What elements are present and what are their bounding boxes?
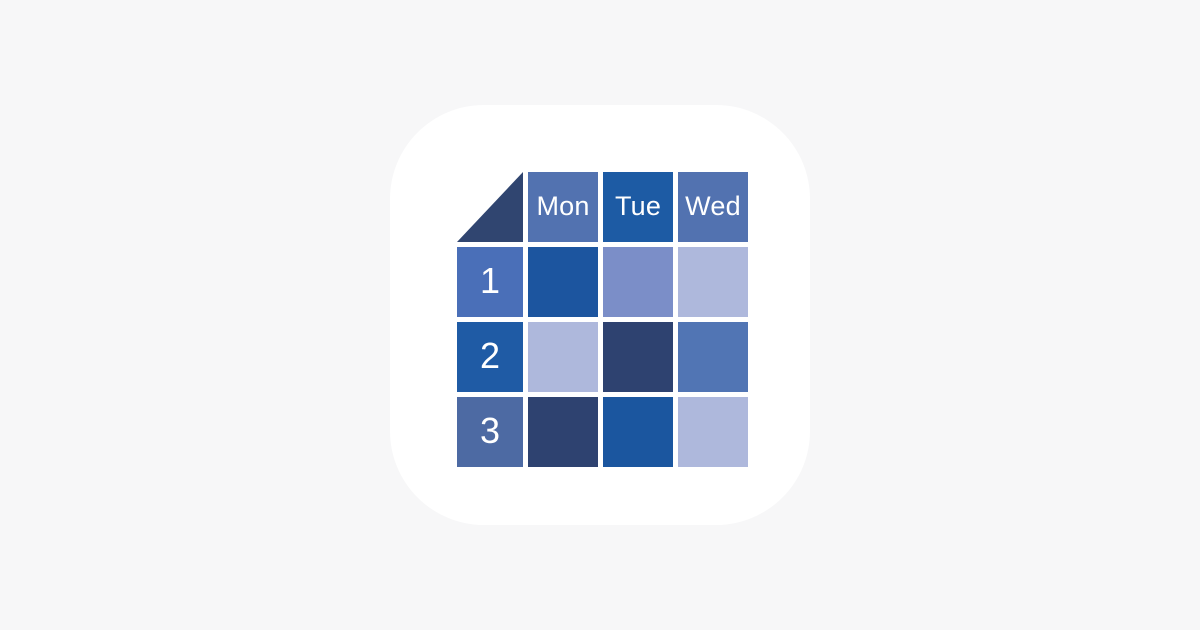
grid-cell-r2c2[interactable] [603, 322, 673, 392]
row-header-3-label: 3 [479, 410, 501, 451]
row-header-3[interactable]: 3 [457, 397, 523, 467]
app-icon-card: Mon Tue Wed 1 2 3 [390, 105, 810, 525]
grid-cell-r1c1[interactable] [528, 247, 598, 317]
grid-cell-r3c3[interactable] [678, 397, 748, 467]
schedule-grid: Mon Tue Wed 1 2 3 [457, 172, 748, 467]
grid-container: Mon Tue Wed 1 2 3 [457, 172, 748, 467]
grid-cell-r2c3[interactable] [678, 322, 748, 392]
column-header-tue[interactable]: Tue [603, 172, 673, 242]
row-header-1[interactable]: 1 [457, 247, 523, 317]
column-header-tue-label: Tue [614, 191, 662, 221]
row-header-2-label: 2 [479, 335, 501, 376]
grid-cell-r2c1[interactable] [528, 322, 598, 392]
column-header-wed[interactable]: Wed [678, 172, 748, 242]
column-header-mon-label: Mon [536, 191, 590, 221]
row-header-2[interactable]: 2 [457, 322, 523, 392]
row-header-1-label: 1 [479, 260, 501, 301]
grid-cell-r3c1[interactable] [528, 397, 598, 467]
page-background: Mon Tue Wed 1 2 3 [0, 0, 1200, 630]
corner-triangle-icon [457, 172, 523, 242]
column-header-mon[interactable]: Mon [528, 172, 598, 242]
corner-triangle-cell [457, 172, 523, 242]
grid-cell-r1c2[interactable] [603, 247, 673, 317]
column-header-wed-label: Wed [685, 191, 741, 221]
grid-cell-r1c3[interactable] [678, 247, 748, 317]
grid-cell-r3c2[interactable] [603, 397, 673, 467]
corner-triangle-shape [457, 172, 523, 242]
